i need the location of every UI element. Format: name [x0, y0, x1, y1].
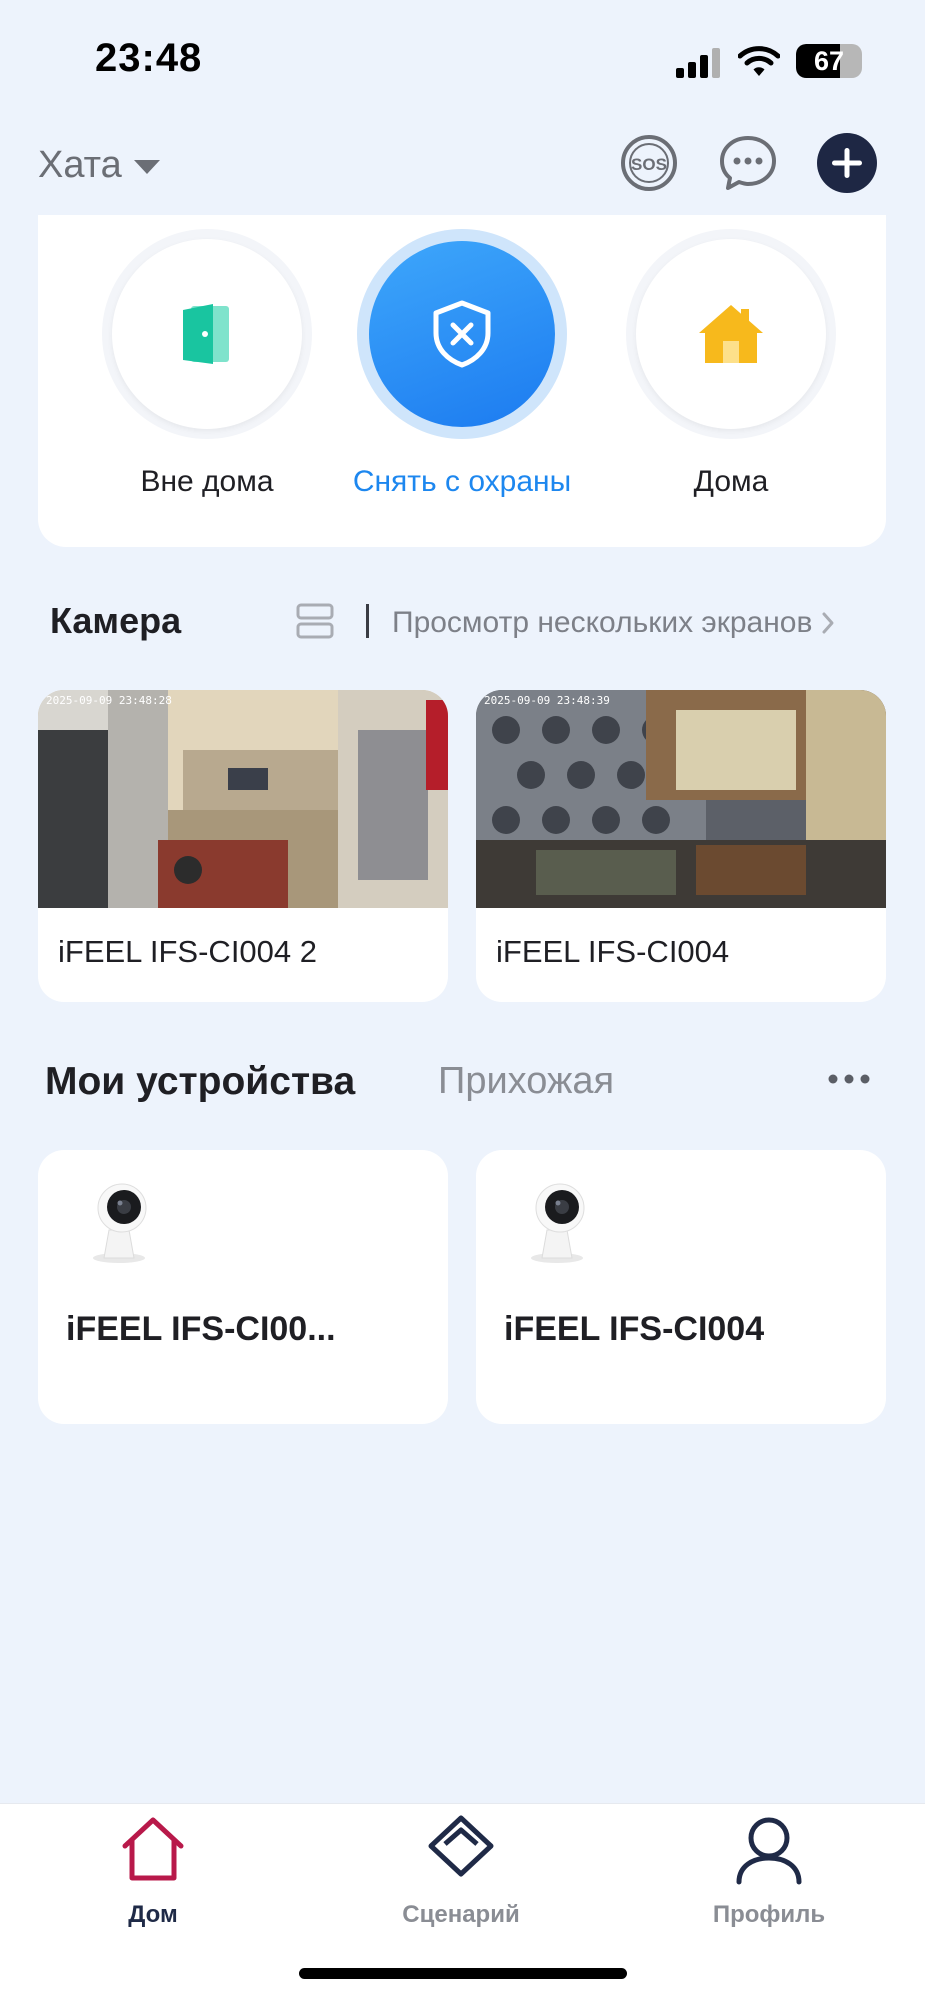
home-indicator	[299, 1968, 627, 1979]
devices-section-title: Мои устройства	[45, 1060, 356, 1103]
camera-device-icon	[93, 1183, 147, 1263]
layout-list-icon[interactable]	[296, 602, 334, 640]
device-name: iFEEL IFS-CI00...	[66, 1310, 336, 1348]
mode-away-label: Вне дома	[140, 465, 274, 498]
chevron-right-icon	[822, 612, 834, 634]
camera-name: iFEEL IFS-CI004 2	[58, 934, 318, 969]
status-time: 23:48	[95, 36, 203, 80]
nav-item-profile[interactable]: Профиль	[669, 1814, 869, 1934]
status-bar: 23:48 67	[0, 0, 925, 110]
device-card[interactable]: iFEEL IFS-CI004	[476, 1150, 886, 1424]
mode-home-circle	[626, 229, 836, 439]
svg-text:SOS: SOS	[631, 155, 667, 174]
camera-section-title: Камера	[50, 600, 182, 641]
house-outline-icon	[122, 1817, 184, 1881]
battery-percent: 67	[813, 46, 845, 76]
multi-view-link[interactable]: Просмотр нескольких экранов	[392, 606, 836, 640]
camera-name: iFEEL IFS-CI004	[496, 934, 730, 969]
battery-indicator: 67	[796, 44, 862, 78]
camera-device-icon	[531, 1183, 585, 1263]
camera-preview[interactable]: 2025-09-09 23:48:28	[38, 690, 448, 908]
caret-down-icon	[133, 160, 160, 174]
nav-item-home[interactable]: Дом	[53, 1814, 253, 1934]
sos-button[interactable]: SOS	[619, 133, 679, 193]
nav-item-scenario[interactable]: Сценарий	[361, 1814, 561, 1934]
camera-preview[interactable]: 2025-09-09 23:48:39	[476, 690, 886, 908]
layers-icon	[428, 1815, 494, 1877]
more-horizontal-icon[interactable]	[826, 1072, 872, 1086]
camera-timestamp: 2025-09-09 23:48:39	[484, 694, 610, 707]
mode-home-label: Дома	[693, 465, 769, 498]
shield-x-icon	[433, 300, 491, 368]
signal-icon	[676, 48, 720, 78]
nav-label-profile: Профиль	[712, 1901, 826, 1928]
camera-snapshot-image	[476, 690, 886, 908]
home-name: Хата	[38, 143, 122, 186]
camera-card[interactable]: 2025-09-09 23:48:28 iFEEL IFS-CI004 2	[38, 690, 448, 1002]
room-tab-hallway[interactable]: Прихожая	[438, 1060, 614, 1103]
device-card[interactable]: iFEEL IFS-CI00...	[38, 1150, 448, 1424]
divider	[366, 604, 369, 638]
mode-disarm[interactable]: Снять с охраны	[353, 229, 571, 529]
user-icon	[736, 1817, 802, 1885]
mode-disarm-label: Снять с охраны	[352, 465, 572, 498]
mode-disarm-circle	[357, 229, 567, 439]
home-selector[interactable]: Хата	[38, 140, 160, 190]
mode-home[interactable]: Дома	[626, 229, 836, 529]
multi-view-label: Просмотр нескольких экранов	[392, 606, 813, 639]
house-icon	[699, 305, 763, 363]
add-button[interactable]	[817, 133, 877, 193]
wifi-icon	[738, 46, 780, 76]
security-mode-card: Вне дома Снять с охраны Дома	[38, 215, 886, 547]
nav-label-scenario: Сценарий	[402, 1901, 520, 1928]
door-exit-icon	[183, 304, 229, 364]
camera-card[interactable]: 2025-09-09 23:48:39 iFEEL IFS-CI004	[476, 690, 886, 1002]
camera-snapshot-image	[38, 690, 448, 908]
nav-label-home: Дом	[128, 1901, 178, 1928]
mode-away[interactable]: Вне дома	[102, 229, 312, 529]
camera-timestamp: 2025-09-09 23:48:28	[46, 694, 172, 707]
mode-away-circle	[102, 229, 312, 439]
chat-bubble-button[interactable]	[718, 133, 778, 193]
device-name: iFEEL IFS-CI004	[504, 1310, 765, 1348]
